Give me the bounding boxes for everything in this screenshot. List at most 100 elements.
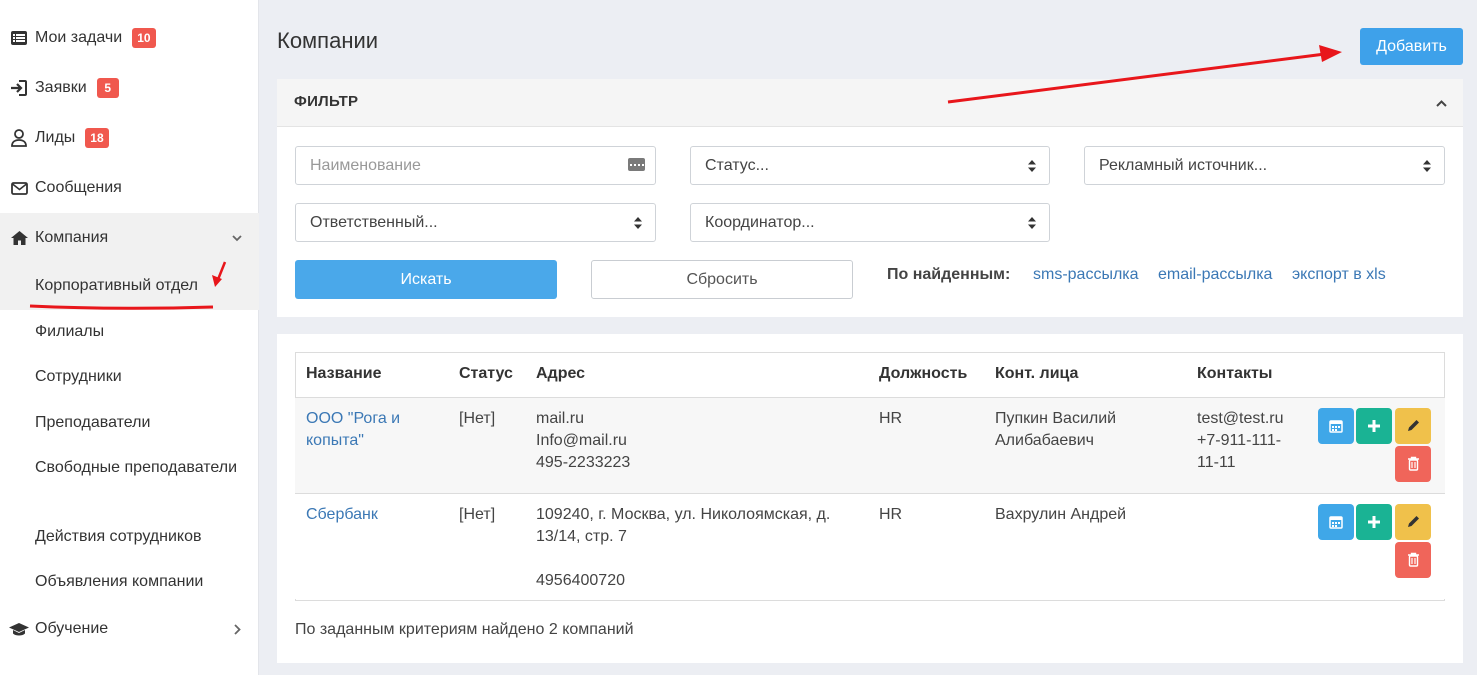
address-line: mail.ru (536, 409, 585, 427)
edit-button[interactable] (1395, 503, 1431, 540)
address-line: 4956400720 (536, 571, 625, 589)
company-status: [Нет] (448, 493, 525, 599)
status-select-value: Статус... (705, 156, 769, 174)
company-contacts: test@test.ru +7-911-111-11-11 (1186, 397, 1306, 494)
calendar-icon (1329, 515, 1343, 529)
address-line (536, 548, 857, 570)
status-select[interactable]: Статус... (690, 146, 1050, 185)
found-actions-label: По найденным: (887, 266, 1011, 283)
submenu-item-company-announcements[interactable]: Объявления компании (35, 570, 245, 593)
name-input[interactable] (310, 156, 610, 175)
sidebar-item-education[interactable]: Обучение (0, 604, 259, 654)
sidebar-item-messages[interactable]: Сообщения (0, 163, 259, 213)
company-address: mail.ru Info@mail.ru 495-2233223 (525, 397, 868, 494)
sort-arrows-icon (1423, 160, 1431, 172)
submenu-item-employees[interactable]: Сотрудники (35, 365, 245, 388)
sidebar: Мои задачи 10 Заявки 5 Лиды 18 Сообщения… (0, 0, 259, 675)
row-actions (1306, 397, 1445, 494)
sidebar-item-leads[interactable]: Лиды 18 (0, 113, 259, 163)
sidebar-item-label: Обучение (35, 620, 109, 637)
delete-button[interactable] (1395, 445, 1431, 482)
graduation-cap-icon (9, 619, 29, 639)
submenu-item-free-teachers[interactable]: Свободные преподаватели (35, 456, 245, 479)
chevron-down-icon (231, 232, 243, 244)
ad-source-select-value: Рекламный источник... (1099, 156, 1268, 174)
filter-title: ФИЛЬТР (294, 93, 359, 110)
annotation-arrow-head (1319, 45, 1342, 62)
submenu-item-branches[interactable]: Филиалы (35, 320, 245, 343)
address-line: Info@mail.ru (536, 431, 627, 449)
export-xls-link[interactable]: экспорт в xls (1292, 266, 1386, 284)
email-mailing-link[interactable]: email-рассылка (1158, 266, 1272, 284)
filter-header[interactable]: ФИЛЬТР (277, 79, 1463, 127)
add-contact-button[interactable] (1356, 407, 1392, 444)
add-contact-button[interactable] (1356, 503, 1392, 540)
sign-in-icon (9, 78, 29, 98)
ellipsis-icon (628, 158, 645, 171)
companies-panel: Название Статус Адрес Должность Конт. ли… (277, 334, 1463, 663)
plus-icon (1368, 419, 1380, 432)
delete-button[interactable] (1395, 541, 1431, 578)
company-position: HR (868, 397, 984, 494)
company-contacts (1186, 493, 1306, 599)
companies-table: Название Статус Адрес Должность Конт. ли… (295, 352, 1445, 599)
calendar-button[interactable] (1318, 407, 1354, 444)
column-header-contact-person[interactable]: Конт. лица (984, 352, 1186, 398)
row-actions (1306, 493, 1445, 599)
pencil-icon (1407, 420, 1419, 431)
sidebar-item-company[interactable]: Компания (0, 213, 259, 263)
coordinator-select[interactable]: Координатор... (690, 203, 1050, 242)
address-line: 109240, г. Москва, ул. Николоямская, д. … (536, 505, 831, 545)
ad-source-select[interactable]: Рекламный источник... (1084, 146, 1445, 185)
page-title: Компании (277, 28, 379, 53)
calendar-button[interactable] (1318, 503, 1354, 540)
coordinator-select-value: Координатор... (705, 213, 815, 231)
search-button[interactable]: Искать (295, 260, 557, 299)
trash-icon (1407, 456, 1419, 471)
leads-count-badge: 18 (85, 128, 109, 148)
submenu-item-corporate-department[interactable]: Корпоративный отдел (35, 274, 245, 297)
edit-button[interactable] (1395, 407, 1431, 444)
column-header-contacts[interactable]: Контакты (1186, 352, 1306, 398)
sidebar-item-requests[interactable]: Заявки 5 (0, 63, 259, 113)
chevron-up-icon[interactable] (1434, 96, 1448, 110)
plus-icon (1368, 515, 1380, 528)
add-company-button[interactable]: Добавить (1360, 28, 1463, 65)
company-name-link[interactable]: ООО "Рога и копыта" (306, 410, 400, 449)
company-name-link[interactable]: Сбербанк (306, 506, 378, 523)
responsible-select-value: Ответственный... (310, 213, 438, 231)
responsible-select[interactable]: Ответственный... (295, 203, 656, 242)
envelope-icon (9, 178, 29, 198)
filter-panel: ФИЛЬТР Статус... Рекламный источник... О… (277, 79, 1463, 317)
trash-icon (1407, 552, 1419, 567)
sms-mailing-link[interactable]: sms-рассылка (1033, 266, 1139, 284)
company-contact-person: Пупкин Василий Алибабаевич (984, 397, 1186, 494)
submenu-item-teachers[interactable]: Преподаватели (35, 411, 245, 434)
sort-arrows-icon (1028, 160, 1036, 172)
contact-line: +7-911-111-11-11 (1197, 431, 1282, 471)
submenu-item-employee-actions[interactable]: Действия сотрудников (35, 525, 245, 548)
column-header-address[interactable]: Адрес (525, 352, 868, 398)
sidebar-item-label: Заявки (35, 79, 87, 96)
sidebar-item-label: Мои задачи (35, 29, 123, 46)
chevron-right-icon (231, 623, 243, 635)
sidebar-item-label: Компания (35, 229, 109, 246)
sidebar-item-my-tasks[interactable]: Мои задачи 10 (0, 13, 259, 63)
column-header-status[interactable]: Статус (448, 352, 525, 398)
sort-arrows-icon (1028, 217, 1036, 229)
contact-line: test@test.ru (1197, 409, 1284, 427)
home-icon (9, 228, 29, 248)
calendar-icon (1329, 419, 1343, 433)
company-address: 109240, г. Москва, ул. Николоямская, д. … (525, 493, 868, 599)
list-icon (9, 28, 29, 48)
results-count-text: По заданным критериям найдено 2 компаний (295, 621, 634, 638)
reset-button[interactable]: Сбросить (591, 260, 853, 299)
name-filter-field[interactable] (295, 146, 656, 185)
column-header-actions (1306, 352, 1445, 398)
company-contact-person: Вахрулин Андрей (984, 493, 1186, 599)
sidebar-item-label: Лиды (35, 129, 76, 146)
column-header-name[interactable]: Название (295, 352, 448, 398)
column-header-position[interactable]: Должность (868, 352, 984, 398)
requests-count-badge: 5 (96, 78, 119, 98)
sort-arrows-icon (634, 217, 642, 229)
